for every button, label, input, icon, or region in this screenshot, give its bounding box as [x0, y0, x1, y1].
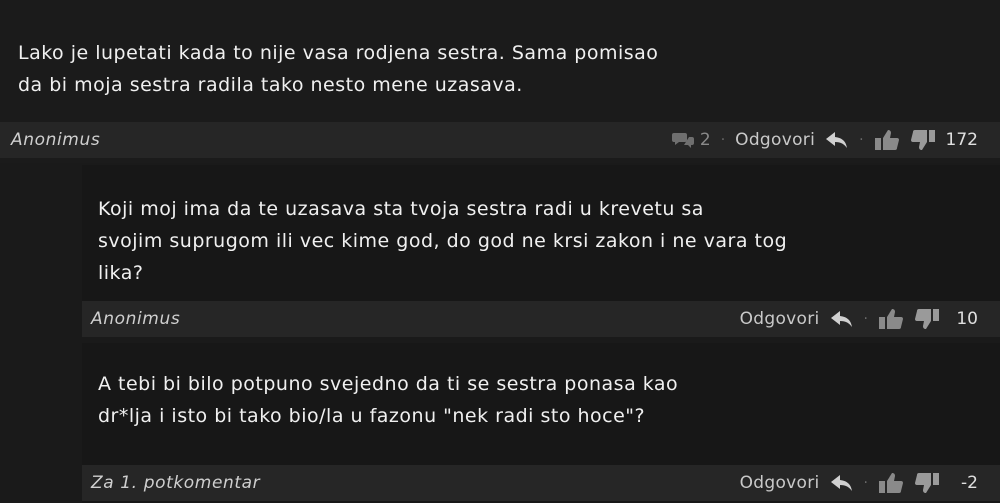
separator: ·: [863, 311, 868, 327]
comment-author: Za 1. potkomentar: [91, 473, 261, 493]
comment-footer: Anonimus 2 · Odgovori · 172: [0, 122, 1000, 158]
thumbs-down-icon[interactable]: [914, 472, 940, 494]
thumbs-up-icon[interactable]: [874, 129, 900, 151]
reply-comment: Koji moj ima da te uzasava sta tvoja ses…: [82, 165, 1000, 337]
reply-arrow-icon[interactable]: [825, 130, 849, 150]
comment: Lako je lupetati kada to nije vasa rodje…: [0, 0, 1000, 163]
thumbs-up-icon[interactable]: [878, 308, 904, 330]
thumbs-up-icon[interactable]: [878, 472, 904, 494]
score: -2: [961, 473, 978, 493]
separator: ·: [720, 132, 726, 148]
reply-button[interactable]: Odgovori: [740, 309, 820, 329]
comment-footer: Za 1. potkomentar Odgovori · -2: [82, 465, 1000, 501]
thumbs-down-icon[interactable]: [914, 308, 940, 330]
reply-button[interactable]: Odgovori: [740, 473, 820, 493]
reply-button[interactable]: Odgovori: [735, 130, 815, 150]
score: 10: [956, 309, 978, 329]
reply-count: 2: [699, 130, 711, 150]
separator: ·: [863, 475, 868, 491]
comment-text: A tebi bi bilo potpuno svejedno da ti se…: [98, 373, 679, 427]
comment-text: Koji moj ima da te uzasava sta tvoja ses…: [98, 198, 788, 284]
comment-footer: Anonimus Odgovori · 10: [82, 301, 1000, 337]
comment-actions: 2 · Odgovori · 172: [671, 122, 978, 158]
separator: ·: [859, 132, 864, 148]
comment-actions: Odgovori · -2: [740, 465, 978, 501]
score: 172: [945, 130, 978, 150]
replies-toggle[interactable]: 2: [671, 130, 711, 150]
reply-comment: A tebi bi bilo potpuno svejedno da ti se…: [82, 343, 1000, 503]
comment-author: Anonimus: [91, 309, 181, 329]
reply-arrow-icon[interactable]: [830, 473, 854, 493]
reply-arrow-icon[interactable]: [830, 309, 854, 329]
thumbs-down-icon[interactable]: [910, 129, 936, 151]
comment-text: Lako je lupetati kada to nije vasa rodje…: [18, 42, 659, 96]
comment-author: Anonimus: [11, 130, 101, 150]
comment-actions: Odgovori · 10: [740, 301, 978, 337]
speech-bubbles-icon: [671, 131, 695, 149]
